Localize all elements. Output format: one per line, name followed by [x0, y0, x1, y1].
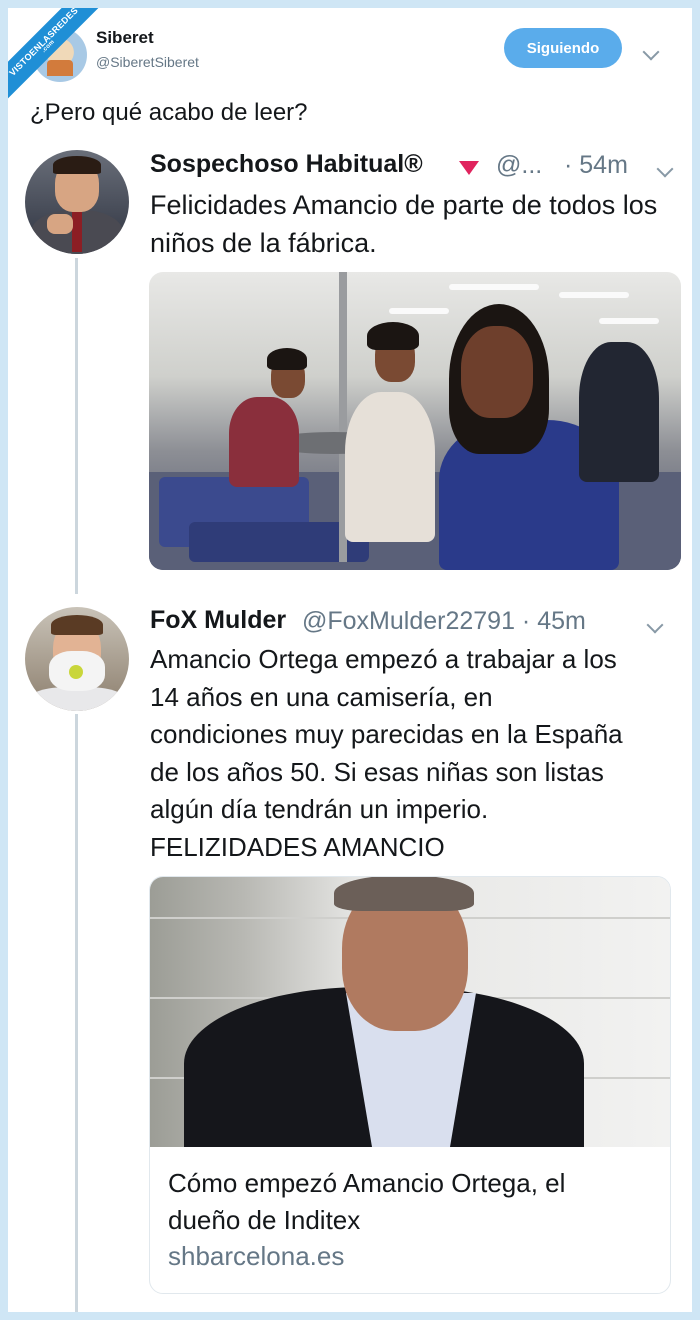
factory-photo[interactable]: [149, 272, 681, 570]
reply-text-line: de los años 50. Si esas niñas son listas: [150, 756, 604, 787]
reply-author-handle[interactable]: @FoxMulder22791 · 45m: [302, 607, 586, 636]
tweet-screenshot: VISTOENLASREDES .com Siberet @SiberetSib…: [8, 8, 692, 1312]
reply-author-name[interactable]: FoX Mulder: [150, 606, 286, 635]
following-button[interactable]: Siguiendo: [504, 28, 622, 68]
chevron-down-icon[interactable]: [642, 43, 660, 61]
chevron-down-icon[interactable]: [646, 616, 664, 634]
reply-avatar[interactable]: [25, 150, 129, 254]
reply-text-line: FELIZIDADES AMANCIO: [150, 831, 445, 862]
thread-line: [75, 714, 78, 1312]
triangle-badge-icon: [459, 161, 479, 175]
reply-author-name[interactable]: Sospechoso Habitual®: [150, 150, 423, 179]
author-handle[interactable]: @SiberetSiberet: [96, 54, 199, 70]
reply-text-line: 14 años en una camisería, en: [150, 681, 493, 712]
reply-text: Amancio Ortega empezó a trabajar a los 1…: [150, 641, 680, 866]
reply-avatar[interactable]: [25, 607, 129, 711]
link-card-domain[interactable]: shbarcelona.es: [168, 1241, 344, 1272]
link-card[interactable]: Cómo empezó Amancio Ortega, el dueño de …: [149, 876, 671, 1294]
link-card-title[interactable]: Cómo empezó Amancio Ortega, el dueño de …: [168, 1165, 638, 1239]
reply-text-line: algún día tendrán un imperio.: [150, 794, 489, 824]
chevron-down-icon[interactable]: [656, 160, 674, 178]
reply-timestamp[interactable]: · 54m: [564, 151, 628, 180]
thread-line: [75, 258, 78, 594]
reply-text-line: condiciones muy parecidas en la España: [150, 719, 623, 749]
tweet-text: ¿Pero qué acabo de leer?: [30, 99, 308, 126]
author-name[interactable]: Siberet: [96, 28, 154, 48]
reply-author-handle[interactable]: @...: [496, 151, 542, 180]
reply-text-line: Amancio Ortega empezó a trabajar a los: [150, 644, 617, 674]
reply-text: Felicidades Amancio de parte de todos lo…: [150, 190, 658, 258]
link-card-image[interactable]: [150, 877, 670, 1147]
